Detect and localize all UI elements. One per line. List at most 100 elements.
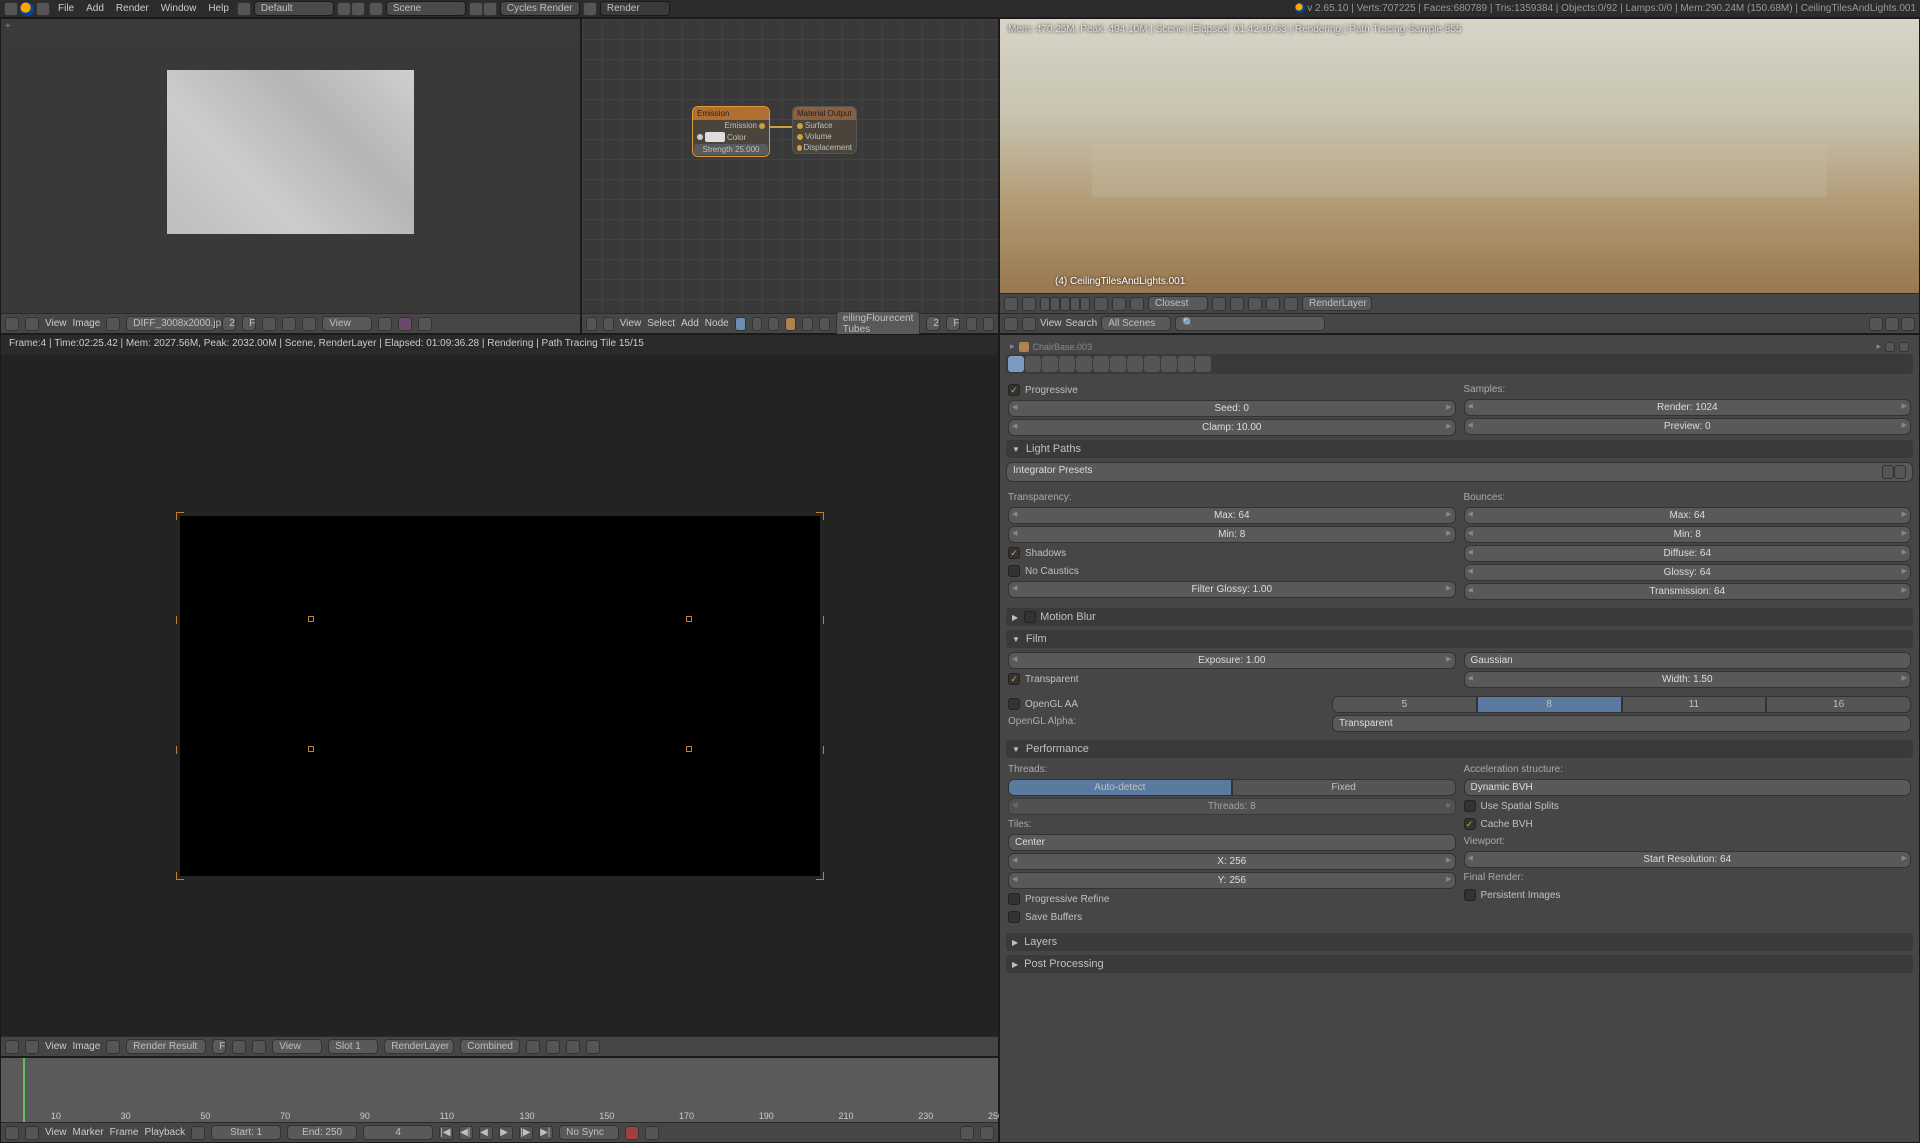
- perf-header[interactable]: Performance: [1006, 740, 1913, 758]
- aa-8[interactable]: 8: [1477, 696, 1622, 713]
- save-buffers-check[interactable]: Save Buffers: [1008, 909, 1456, 925]
- render-image-browse-icon[interactable]: [106, 1040, 120, 1054]
- node-menu-add[interactable]: Add: [681, 318, 699, 329]
- view3d-i4-icon[interactable]: [1266, 297, 1280, 311]
- scene-browse-icon[interactable]: [369, 2, 383, 16]
- menu-help[interactable]: Help: [208, 3, 229, 14]
- uv-menu-image[interactable]: Image: [73, 318, 101, 329]
- socket-volume[interactable]: Volume: [805, 132, 832, 141]
- render-preview[interactable]: [1000, 19, 1919, 293]
- menu-file[interactable]: File: [58, 3, 74, 14]
- timeline-menu-playback[interactable]: Playback: [145, 1127, 186, 1138]
- uv-canvas[interactable]: [1, 41, 580, 333]
- node-canvas[interactable]: Emission Emission Color Strength 25.000 …: [582, 19, 998, 313]
- view3d-i2-icon[interactable]: [1230, 297, 1244, 311]
- node-del-mat-icon[interactable]: [983, 317, 994, 331]
- render-ch-rgb-icon[interactable]: [546, 1040, 560, 1054]
- threads-fixed[interactable]: Fixed: [1232, 779, 1456, 796]
- render-slot[interactable]: Slot 1: [328, 1039, 378, 1054]
- uv-draw3-icon[interactable]: [418, 317, 432, 331]
- menu-render[interactable]: Render: [116, 3, 149, 14]
- shadows-check[interactable]: Shadows: [1008, 545, 1456, 561]
- tab-physics[interactable]: [1195, 356, 1211, 372]
- node-menu-select[interactable]: Select: [647, 318, 675, 329]
- threads-auto[interactable]: Auto-detect: [1008, 779, 1232, 796]
- render-image-name[interactable]: Render Result: [126, 1039, 206, 1054]
- aa-16[interactable]: 16: [1766, 696, 1911, 713]
- preset-add-icon[interactable]: [1882, 465, 1894, 479]
- layer-btn[interactable]: [1040, 297, 1050, 311]
- fwd-key-icon[interactable]: |▶: [519, 1126, 533, 1140]
- timeline-menu-view[interactable]: View: [45, 1127, 67, 1138]
- bounce-min[interactable]: Min: 8: [1464, 526, 1912, 543]
- tile-order[interactable]: Center: [1008, 834, 1456, 851]
- bvh-type[interactable]: Dynamic BVH: [1464, 779, 1912, 796]
- post-header[interactable]: Post Processing: [1006, 955, 1913, 973]
- node-mat-browse-icon[interactable]: [819, 317, 830, 331]
- node-menu-node[interactable]: Node: [705, 318, 729, 329]
- view3d-i1-icon[interactable]: [1212, 297, 1226, 311]
- integrator-preset[interactable]: Integrator Presets: [1006, 462, 1913, 482]
- timeline-start[interactable]: Start: 1: [211, 1125, 281, 1140]
- menu-window[interactable]: Window: [161, 3, 197, 14]
- progressive-check[interactable]: Progressive: [1008, 382, 1456, 398]
- view3d-renderlayer[interactable]: RenderLayer: [1302, 296, 1372, 311]
- outliner-filter3-icon[interactable]: [1901, 317, 1915, 331]
- transmission-bounces[interactable]: Transmission: 64: [1464, 583, 1912, 600]
- node-type1-icon[interactable]: [735, 317, 746, 331]
- node-emission[interactable]: Emission Emission Color Strength 25.000: [692, 106, 770, 157]
- node-material-name[interactable]: eilingFlourecent Tubes: [836, 311, 921, 337]
- render-canvas[interactable]: [1, 355, 998, 1036]
- uv-menu-view[interactable]: View: [45, 318, 67, 329]
- node-shader2-icon[interactable]: [802, 317, 813, 331]
- plus-handle[interactable]: +: [5, 21, 11, 32]
- timeline-expand-icon[interactable]: [25, 1126, 39, 1140]
- node-add-mat-icon[interactable]: [966, 317, 977, 331]
- opengl-alpha-mode[interactable]: Transparent: [1332, 715, 1911, 732]
- transp-min[interactable]: Min: 8: [1008, 526, 1456, 543]
- node-fake-user[interactable]: F: [946, 316, 960, 331]
- clamp-field[interactable]: Clamp: 10.00: [1008, 419, 1456, 436]
- render-ch-rgba-icon[interactable]: [526, 1040, 540, 1054]
- view3d-lock-icon[interactable]: [1094, 297, 1108, 311]
- uv-fake-user[interactable]: F: [242, 316, 256, 331]
- render-expand-icon[interactable]: [25, 1040, 39, 1054]
- start-resolution[interactable]: Start Resolution: 64: [1464, 851, 1912, 868]
- timeline-sync[interactable]: No Sync: [559, 1125, 619, 1140]
- scene-add-icon[interactable]: [469, 2, 483, 16]
- view3d-pivot-icon[interactable]: [1130, 297, 1144, 311]
- lightpaths-header[interactable]: Light Paths: [1006, 440, 1913, 458]
- uv-image-name[interactable]: DIFF_3008x2000.jp: [126, 316, 216, 331]
- view3d-shading-icon[interactable]: [1112, 297, 1126, 311]
- render-samples-field[interactable]: Render: 1024: [1464, 399, 1912, 416]
- preview-samples-field[interactable]: Preview: 0: [1464, 418, 1912, 435]
- bounce-max[interactable]: Max: 64: [1464, 507, 1912, 524]
- node-type3-icon[interactable]: [768, 317, 779, 331]
- timeline-end[interactable]: End: 250: [287, 1125, 357, 1140]
- cache-bvh-check[interactable]: Cache BVH: [1464, 816, 1912, 832]
- render-view-mode[interactable]: View: [272, 1039, 322, 1054]
- caustics-check[interactable]: No Caustics: [1008, 563, 1456, 579]
- uv-expand-icon[interactable]: [25, 317, 39, 331]
- play-icon[interactable]: ▶: [499, 1126, 513, 1140]
- tab-texture[interactable]: [1161, 356, 1177, 372]
- render-menu-image[interactable]: Image: [73, 1041, 101, 1052]
- render-unlink-icon[interactable]: [232, 1040, 246, 1054]
- uv-image-browse-icon[interactable]: [106, 317, 120, 331]
- render-editor-type-icon[interactable]: [5, 1040, 19, 1054]
- outliner-menu-view[interactable]: View: [1040, 318, 1062, 329]
- uv-pin-icon[interactable]: [302, 317, 316, 331]
- opengl-aa-check[interactable]: OpenGL AA: [1008, 696, 1324, 712]
- outliner-editor-type-icon[interactable]: [1004, 317, 1018, 331]
- uv-draw1-icon[interactable]: [378, 317, 392, 331]
- filter-type[interactable]: Gaussian: [1464, 652, 1912, 669]
- timeline-ruler[interactable]: 10 30 50 70 90 110 130 150 170 190 210 2…: [1, 1058, 998, 1124]
- layer-btn[interactable]: [1080, 297, 1090, 311]
- motionblur-enable[interactable]: [1024, 611, 1036, 623]
- filter-glossy[interactable]: Filter Glossy: 1.00: [1008, 581, 1456, 598]
- scene-del-icon[interactable]: [483, 2, 497, 16]
- layout-browse-icon[interactable]: [237, 2, 251, 16]
- outliner-search-input[interactable]: 🔍: [1175, 316, 1325, 331]
- tile-x[interactable]: X: 256: [1008, 853, 1456, 870]
- render-pass[interactable]: Combined: [460, 1039, 520, 1054]
